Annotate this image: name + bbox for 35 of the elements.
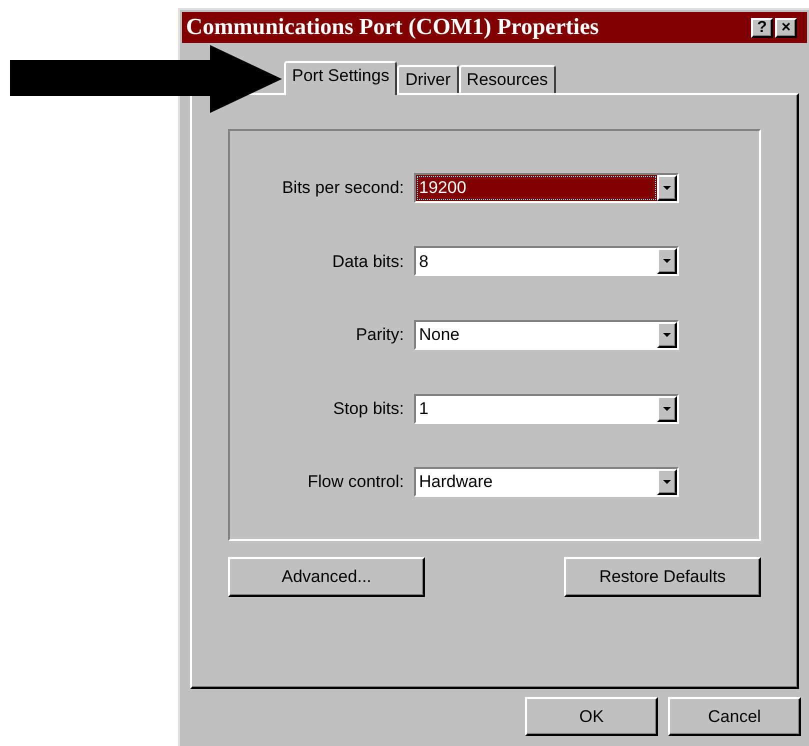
combo-box[interactable]: None — [414, 320, 679, 350]
dropdown-arrow-button[interactable] — [657, 248, 677, 274]
dropdown-arrow-button[interactable] — [657, 322, 677, 348]
dropdown-arrow-button[interactable] — [657, 396, 677, 422]
setting-label: Stop bits: — [332, 398, 405, 420]
setting-label: Flow control: — [306, 471, 405, 494]
dialog-button[interactable]: OK — [525, 697, 658, 736]
dialog-button[interactable]: Cancel — [668, 697, 801, 736]
setting-label: Bits per second: — [281, 177, 405, 200]
combo-box[interactable]: 1 — [414, 394, 679, 424]
window-title: Communications Port (COM1) Properties — [186, 13, 600, 42]
setting-label: Parity: — [354, 324, 405, 346]
combo-value: 8 — [418, 250, 430, 273]
caret-icon — [663, 332, 671, 337]
dropdown-arrow-button[interactable] — [657, 469, 677, 496]
dialog-button[interactable]: Restore Defaults — [564, 557, 761, 597]
combo-value: None — [418, 324, 461, 346]
tab[interactable]: Resources — [458, 65, 556, 93]
combo-value: Hardware — [418, 471, 494, 494]
caret-icon — [663, 406, 671, 411]
combo-box[interactable]: 19200 — [414, 172, 679, 203]
combo-value: 1 — [418, 398, 430, 420]
tab[interactable]: Driver — [397, 65, 459, 93]
combo-box[interactable]: Hardware — [414, 467, 679, 498]
close-button[interactable]: × — [775, 18, 797, 38]
caret-icon — [663, 186, 671, 190]
dropdown-arrow-button[interactable] — [657, 174, 677, 201]
dialog-button[interactable]: Advanced... — [228, 557, 425, 597]
caret-icon — [663, 259, 671, 264]
combo-box[interactable]: 8 — [414, 246, 679, 276]
setting-label: Data bits: — [331, 250, 405, 273]
tab[interactable]: Port Settings — [284, 61, 398, 95]
combo-value: 19200 — [416, 174, 657, 201]
help-button[interactable]: ? — [751, 18, 773, 38]
caret-icon — [663, 480, 671, 484]
